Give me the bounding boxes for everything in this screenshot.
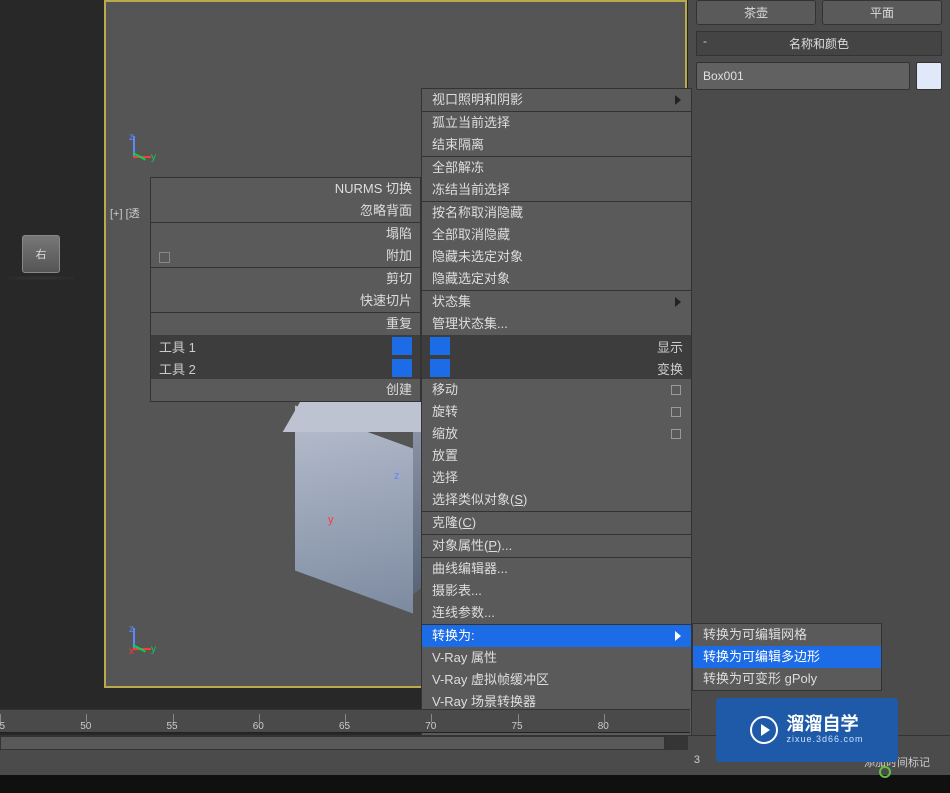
menu-collapse[interactable]: 塌陷 xyxy=(151,223,420,245)
quad-menu-right: 视口照明和阴影 孤立当前选择 结束隔离 全部解冻 冻结当前选择 按名称取消隐藏 … xyxy=(421,88,692,780)
menu-curve-editor[interactable]: 曲线编辑器... xyxy=(422,558,691,580)
settings-box-icon[interactable] xyxy=(671,385,681,395)
menu-convert-to[interactable]: 转换为: xyxy=(422,625,691,647)
menu-hide-selected[interactable]: 隐藏选定对象 xyxy=(422,268,691,290)
time-slider-track[interactable] xyxy=(0,736,688,750)
ruler-tick: 65 xyxy=(345,710,431,732)
object-color-swatch[interactable] xyxy=(916,62,942,90)
menu-unhide-by-name[interactable]: 按名称取消隐藏 xyxy=(422,202,691,224)
ruler-tick: 75 xyxy=(518,710,604,732)
settings-box-icon[interactable] xyxy=(671,429,681,439)
menu-rotate[interactable]: 旋转 xyxy=(422,401,691,423)
menu-select[interactable]: 选择 xyxy=(422,467,691,489)
quad-header-display: 显示 xyxy=(422,335,691,357)
ruler-tick: 80 xyxy=(604,710,690,732)
submenu-to-editable-poly[interactable]: 转换为可编辑多边形 xyxy=(693,646,881,668)
menu-isolate-selection[interactable]: 孤立当前选择 xyxy=(422,112,691,134)
time-slider-thumb[interactable] xyxy=(0,736,665,750)
watermark-url: zixue.3d66.com xyxy=(786,735,863,745)
menu-object-properties[interactable]: 对象属性(P)... xyxy=(422,535,691,557)
menu-nurms-toggle[interactable]: NURMS 切换 xyxy=(151,178,420,200)
panel-btn-teapot[interactable]: 茶壶 xyxy=(696,0,816,25)
menu-quickslice[interactable]: 快速切片 xyxy=(151,290,420,312)
menu-viewport-lighting[interactable]: 视口照明和阴影 xyxy=(422,89,691,111)
menu-vray-properties[interactable]: V-Ray 属性 xyxy=(422,647,691,669)
ruler-tick: 50 xyxy=(86,710,172,732)
ruler-tick: 55 xyxy=(173,710,259,732)
submenu-to-editable-mesh[interactable]: 转换为可编辑网格 xyxy=(693,624,881,646)
ruler-tick: 45 xyxy=(0,710,86,732)
viewcube-shadow xyxy=(8,276,74,280)
collapse-icon[interactable]: - xyxy=(703,34,707,48)
menu-placement[interactable]: 放置 xyxy=(422,445,691,467)
watermark-title: 溜溜自学 xyxy=(786,715,863,735)
section-title-label: 名称和颜色 xyxy=(789,37,849,51)
timeline-ruler[interactable]: 4550556065707580 xyxy=(0,709,690,733)
menu-wire-parameters[interactable]: 连线参数... xyxy=(422,602,691,624)
menu-manage-state-sets[interactable]: 管理状态集... xyxy=(422,313,691,335)
quad-header-tool2: 工具 2 xyxy=(151,357,420,379)
viewport-label[interactable]: [+] [透 xyxy=(110,205,140,221)
menu-clone[interactable]: 克隆(C) xyxy=(422,512,691,534)
menu-dope-sheet[interactable]: 摄影表... xyxy=(422,580,691,602)
quad-header-tool1: 工具 1 xyxy=(151,335,420,357)
viewcube[interactable]: 右 xyxy=(22,235,60,273)
menu-vray-vfb[interactable]: V-Ray 虚拟帧缓冲区 xyxy=(422,669,691,691)
menu-hide-unselected[interactable]: 隐藏未选定对象 xyxy=(422,246,691,268)
menu-state-sets[interactable]: 状态集 xyxy=(422,291,691,313)
taskbar xyxy=(0,775,950,793)
submenu-to-deformable-gpoly[interactable]: 转换为可变形 gPoly xyxy=(693,668,881,690)
menu-select-similar[interactable]: 选择类似对象(S) xyxy=(422,489,691,511)
object-name-input[interactable] xyxy=(696,62,910,90)
menu-unhide-all[interactable]: 全部取消隐藏 xyxy=(422,224,691,246)
ruler-tick: 60 xyxy=(259,710,345,732)
menu-attach[interactable]: 附加 xyxy=(151,245,420,267)
settings-box-icon[interactable] xyxy=(671,407,681,417)
menu-scale[interactable]: 缩放 xyxy=(422,423,691,445)
quad-menu-left: NURMS 切换 忽略背面 塌陷 附加 剪切 快速切片 重复 工具 1 工具 2… xyxy=(150,177,421,402)
menu-move[interactable]: 移动 xyxy=(422,379,691,401)
status-circle-icon xyxy=(879,766,891,778)
menu-end-isolation[interactable]: 结束隔离 xyxy=(422,134,691,156)
menu-repeat[interactable]: 重复 xyxy=(151,313,420,335)
convert-to-submenu: 转换为可编辑网格 转换为可编辑多边形 转换为可变形 gPoly xyxy=(692,623,882,691)
menu-ignore-backface[interactable]: 忽略背面 xyxy=(151,200,420,222)
ruler-tick: 70 xyxy=(431,710,517,732)
menu-cut[interactable]: 剪切 xyxy=(151,268,420,290)
watermark-badge: 溜溜自学 zixue.3d66.com xyxy=(716,698,898,762)
submenu-arrow-icon xyxy=(675,631,681,641)
menu-unfreeze-all[interactable]: 全部解冻 xyxy=(422,157,691,179)
menu-freeze-selection[interactable]: 冻结当前选择 xyxy=(422,179,691,201)
panel-section-name-color[interactable]: - 名称和颜色 xyxy=(696,31,942,56)
menu-create[interactable]: 创建 xyxy=(151,379,420,401)
submenu-arrow-icon xyxy=(675,297,681,307)
checkbox-icon xyxy=(159,252,170,263)
play-icon xyxy=(750,716,778,744)
submenu-arrow-icon xyxy=(675,95,681,105)
bottom-number: 3 xyxy=(694,754,700,766)
panel-btn-plane[interactable]: 平面 xyxy=(822,0,942,25)
quad-header-transform: 变换 xyxy=(422,357,691,379)
